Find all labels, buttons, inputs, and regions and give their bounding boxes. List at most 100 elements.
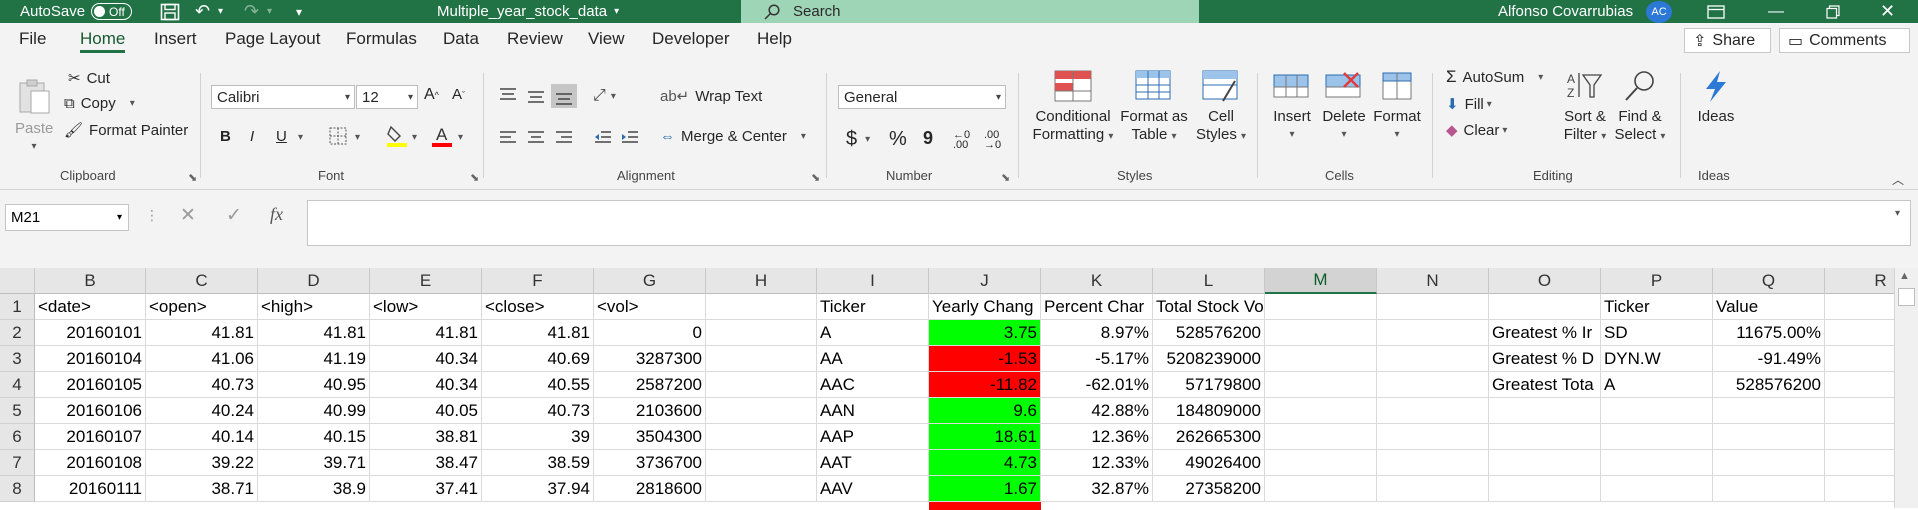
cell-p5[interactable]	[1601, 398, 1713, 424]
find-select-button[interactable]: Find & Select ▾	[1612, 69, 1668, 146]
column-header-q[interactable]: Q	[1713, 268, 1825, 294]
cell-g4[interactable]: 2587200	[594, 372, 706, 398]
cell-m1[interactable]	[1265, 294, 1377, 320]
cell-o4[interactable]: Greatest Tota	[1489, 372, 1601, 398]
cell-e1[interactable]: <low>	[370, 294, 482, 320]
cell-i4[interactable]: AAC	[817, 372, 929, 398]
cut-button[interactable]: ✂ Cut	[68, 69, 110, 88]
column-header-c[interactable]: C	[146, 268, 258, 294]
sort-filter-button[interactable]: AZ Sort & Filter ▾	[1558, 69, 1612, 146]
top-align-icon[interactable]	[498, 87, 518, 105]
cell-p3[interactable]: DYN.W	[1601, 346, 1713, 372]
cell-b7[interactable]: 20160108	[35, 450, 146, 476]
cell-p7[interactable]	[1601, 450, 1713, 476]
comments-button[interactable]: ▭ Comments	[1779, 28, 1910, 53]
cell-e7[interactable]: 38.47	[370, 450, 482, 476]
cell-c2[interactable]: 41.81	[146, 320, 258, 346]
italic-button[interactable]: I	[250, 128, 254, 145]
collapse-ribbon-icon[interactable]: ︿	[1892, 171, 1904, 188]
cell-i3[interactable]: AA	[817, 346, 929, 372]
cell-d1[interactable]: <high>	[258, 294, 370, 320]
cell-m6[interactable]	[1265, 424, 1377, 450]
cell-i2[interactable]: A	[817, 320, 929, 346]
cell-i5[interactable]: AAN	[817, 398, 929, 424]
cell-l2[interactable]: 528576200	[1153, 320, 1265, 346]
tab-view[interactable]: View	[588, 23, 625, 55]
cell-g2[interactable]: 0	[594, 320, 706, 346]
cell-c5[interactable]: 40.24	[146, 398, 258, 424]
tab-review[interactable]: Review	[507, 23, 563, 55]
cell-j1[interactable]: Yearly Chang	[929, 294, 1041, 320]
cell-l1[interactable]: Total Stock Volume	[1153, 294, 1265, 320]
format-cells-button[interactable]: Format ▾	[1370, 69, 1424, 144]
formula-input[interactable]	[307, 200, 1911, 246]
column-header-p[interactable]: P	[1601, 268, 1713, 294]
cell-h4[interactable]	[706, 372, 817, 398]
column-header-o[interactable]: O	[1489, 268, 1601, 294]
scrollbar-thumb[interactable]	[1898, 288, 1915, 306]
dialog-launcher-icon[interactable]: ⬊	[811, 171, 820, 184]
cell-n8[interactable]	[1377, 476, 1489, 502]
fill-color-icon[interactable]	[386, 124, 408, 148]
column-header-l[interactable]: L	[1153, 268, 1265, 294]
cell-f6[interactable]: 39	[482, 424, 594, 450]
close-icon[interactable]: ✕	[1880, 0, 1895, 23]
redo-dropdown-icon[interactable]: ▾	[267, 0, 272, 23]
tab-home[interactable]: Home	[80, 23, 126, 55]
cell-i6[interactable]: AAP	[817, 424, 929, 450]
tab-formulas[interactable]: Formulas	[346, 23, 417, 55]
cell-m4[interactable]	[1265, 372, 1377, 398]
column-header-i[interactable]: I	[817, 268, 929, 294]
cell-j2[interactable]: 3.75	[929, 320, 1041, 346]
cell-f3[interactable]: 40.69	[482, 346, 594, 372]
increase-font-icon[interactable]: A ^	[424, 86, 439, 104]
cell-h8[interactable]	[706, 476, 817, 502]
cell-o7[interactable]	[1489, 450, 1601, 476]
cell-p8[interactable]	[1601, 476, 1713, 502]
paste-button[interactable]: Paste ▾	[15, 79, 53, 156]
cell-b1[interactable]: <date>	[35, 294, 146, 320]
cell-q7[interactable]	[1713, 450, 1825, 476]
insert-cells-button[interactable]: Insert ▾	[1265, 69, 1319, 144]
cell-b6[interactable]: 20160107	[35, 424, 146, 450]
cell-n1[interactable]	[1377, 294, 1489, 320]
cell-d2[interactable]: 41.81	[258, 320, 370, 346]
cell-d7[interactable]: 39.71	[258, 450, 370, 476]
undo-dropdown-icon[interactable]: ▾	[218, 0, 223, 23]
cell-c1[interactable]: <open>	[146, 294, 258, 320]
select-all-corner[interactable]	[0, 268, 35, 294]
row-header-4[interactable]: 4	[0, 372, 35, 398]
cell-m2[interactable]	[1265, 320, 1377, 346]
enter-icon[interactable]: ✓	[226, 204, 242, 227]
tab-insert[interactable]: Insert	[154, 23, 197, 55]
currency-button[interactable]: $ ▾	[846, 128, 870, 151]
cell-c7[interactable]: 39.22	[146, 450, 258, 476]
underline-button[interactable]: U	[276, 128, 287, 145]
cell-p6[interactable]	[1601, 424, 1713, 450]
cell-h6[interactable]	[706, 424, 817, 450]
font-name-select[interactable]: Calibri ▾	[211, 85, 355, 109]
save-icon[interactable]	[160, 0, 180, 23]
cell-h1[interactable]	[706, 294, 817, 320]
cell-c8[interactable]: 38.71	[146, 476, 258, 502]
cell-j7[interactable]: 4.73	[929, 450, 1041, 476]
cell-g7[interactable]: 3736700	[594, 450, 706, 476]
merge-center-button[interactable]: ⇔ Merge & Center ▾	[660, 128, 806, 145]
customize-toolbar-icon[interactable]: ▾	[296, 0, 302, 23]
decrease-indent-icon[interactable]	[593, 129, 613, 147]
cell-q1[interactable]: Value	[1713, 294, 1825, 320]
cell-n6[interactable]	[1377, 424, 1489, 450]
cell-k2[interactable]: 8.97%	[1041, 320, 1153, 346]
comma-button[interactable]: 9	[923, 128, 933, 149]
column-header-m[interactable]: M	[1265, 268, 1377, 294]
align-left-icon[interactable]	[498, 129, 518, 147]
autosum-button[interactable]: Σ AutoSum ▾	[1446, 67, 1543, 87]
cell-f7[interactable]: 38.59	[482, 450, 594, 476]
document-title[interactable]: Multiple_year_stock_data ▾	[437, 0, 619, 23]
cell-k8[interactable]: 32.87%	[1041, 476, 1153, 502]
restore-icon[interactable]	[1826, 0, 1840, 23]
cell-h2[interactable]	[706, 320, 817, 346]
minimize-icon[interactable]: —	[1768, 0, 1784, 23]
formula-bar-options-icon[interactable]: ⋮	[145, 207, 159, 224]
cell-f5[interactable]: 40.73	[482, 398, 594, 424]
